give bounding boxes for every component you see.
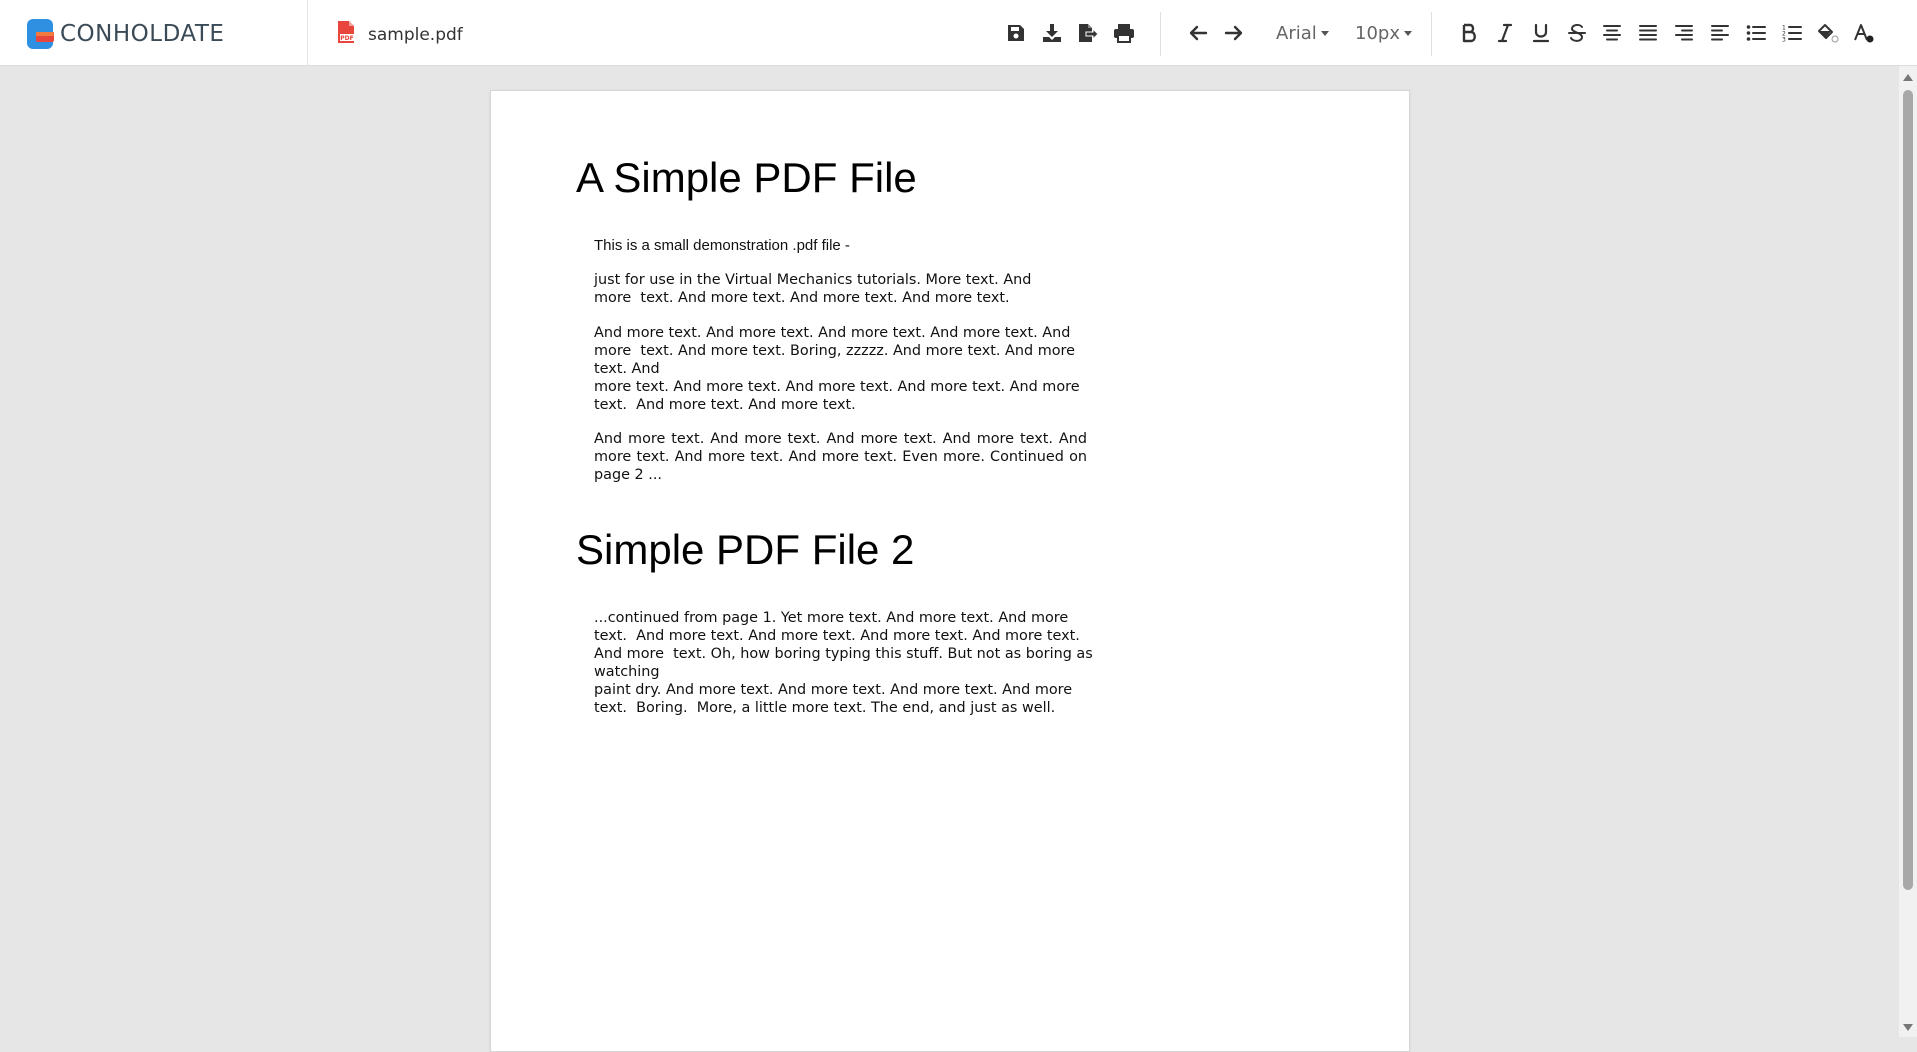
- undo-icon: [1189, 25, 1208, 41]
- paragraph-line: text. And: [594, 361, 660, 377]
- align-left-button[interactable]: [1705, 17, 1735, 49]
- document-page[interactable]: A Simple PDF File This is a small demons…: [490, 90, 1410, 1052]
- toolbar-divider: [1431, 12, 1432, 56]
- strikethrough-icon: [1568, 23, 1586, 42]
- font-size-dropdown[interactable]: 10px: [1355, 20, 1412, 46]
- logo-text: CONHOLDATE: [60, 21, 225, 47]
- paragraph-line: more text. And more text. Boring, zzzzz.…: [594, 343, 1075, 359]
- paragraph-line: more text. And more text. And more text.…: [594, 290, 1010, 306]
- paragraph-line: just for use in the Virtual Mechanics tu…: [594, 272, 1032, 288]
- paragraph-3[interactable]: And more text. And more text. And more t…: [594, 324, 1080, 414]
- paragraph-line: page 2 ...: [594, 467, 662, 483]
- heading-1[interactable]: A Simple PDF File: [576, 154, 917, 202]
- undo-button[interactable]: [1183, 17, 1213, 49]
- redo-icon: [1224, 25, 1243, 41]
- paragraph-line: text. And more text. And more text.: [594, 397, 856, 413]
- font-size-value: 10px: [1355, 22, 1400, 44]
- redo-button[interactable]: [1219, 17, 1249, 49]
- paragraph-line: text. And more text. And more text. And …: [594, 628, 1080, 644]
- fill-color-icon: [1818, 24, 1839, 43]
- italic-button[interactable]: [1490, 17, 1520, 49]
- paragraph-line: ...continued from page 1. Yet more text.…: [594, 610, 1069, 626]
- paragraph-line: paint dry. And more text. And more text.…: [594, 682, 1073, 698]
- export-icon: [1079, 24, 1099, 42]
- paragraph-line: more text. And more text. And more text.…: [594, 449, 1087, 465]
- export-button[interactable]: [1073, 17, 1103, 49]
- paragraph-line: And more text. And more text. And more t…: [594, 431, 1087, 447]
- align-center-icon: [1603, 25, 1621, 41]
- align-right-button[interactable]: [1669, 17, 1699, 49]
- scrollbar-thumb[interactable]: [1903, 90, 1913, 890]
- save-icon: [1008, 25, 1024, 41]
- font-family-value: Arial: [1276, 22, 1317, 44]
- pdf-file-icon: PDF: [336, 20, 356, 49]
- svg-text:PDF: PDF: [340, 35, 353, 42]
- align-right-icon: [1675, 25, 1693, 41]
- header-divider: [307, 0, 308, 66]
- bulleted-list-icon: [1746, 25, 1766, 41]
- align-left-icon: [1711, 25, 1729, 41]
- font-family-dropdown[interactable]: Arial: [1276, 20, 1329, 46]
- paragraph-line: And more text. And more text. And more t…: [594, 325, 1071, 341]
- paragraph-5[interactable]: ...continued from page 1. Yet more text.…: [594, 609, 1093, 717]
- vertical-scrollbar[interactable]: [1899, 66, 1917, 1037]
- fill-color-button[interactable]: [1813, 17, 1843, 49]
- chevron-down-icon: [1320, 30, 1329, 36]
- strikethrough-button[interactable]: [1562, 17, 1592, 49]
- scroll-up-arrow-icon[interactable]: [1903, 74, 1913, 81]
- print-button[interactable]: [1109, 17, 1139, 49]
- paragraph-line: watching: [594, 664, 660, 680]
- scroll-down-arrow-icon[interactable]: [1903, 1024, 1913, 1031]
- align-justify-icon: [1639, 25, 1657, 41]
- file-name-area: PDF sample.pdf: [336, 20, 463, 49]
- paragraph-2[interactable]: just for use in the Virtual Mechanics tu…: [594, 271, 1031, 307]
- bold-button[interactable]: [1454, 17, 1484, 49]
- paragraph-line: text. Boring. More, a little more text. …: [594, 700, 1056, 716]
- underline-button[interactable]: [1526, 17, 1556, 49]
- paragraph-1[interactable]: This is a small demonstration .pdf file …: [594, 237, 850, 255]
- paragraph-line: more text. And more text. And more text.…: [594, 379, 1080, 395]
- print-icon: [1114, 24, 1134, 43]
- svg-text:3: 3: [1782, 37, 1786, 43]
- text-color-icon: [1854, 24, 1874, 43]
- paragraph-4[interactable]: And more text. And more text. And more t…: [594, 430, 1087, 484]
- toolbar-divider: [1160, 12, 1161, 56]
- conholdate-logo[interactable]: CONHOLDATE: [26, 17, 224, 51]
- chevron-down-icon: [1403, 30, 1412, 36]
- download-icon: [1043, 24, 1061, 42]
- top-toolbar: CONHOLDATE PDF sample.pdf Arial 10px 1 2…: [0, 0, 1917, 66]
- download-button[interactable]: [1037, 17, 1067, 49]
- save-button[interactable]: [1001, 17, 1031, 49]
- numbered-list-icon: 1 2 3: [1782, 25, 1802, 43]
- file-name: sample.pdf: [368, 24, 463, 45]
- numbered-list-button[interactable]: 1 2 3: [1777, 17, 1807, 49]
- italic-icon: [1497, 23, 1513, 43]
- align-center-button[interactable]: [1597, 17, 1627, 49]
- bulleted-list-button[interactable]: [1741, 17, 1771, 49]
- heading-2[interactable]: Simple PDF File 2: [576, 526, 914, 574]
- text-color-button[interactable]: [1849, 17, 1879, 49]
- bold-icon: [1462, 23, 1476, 43]
- paragraph-line: This is a small demonstration .pdf file …: [594, 237, 850, 254]
- paragraph-line: And more text. Oh, how boring typing thi…: [594, 646, 1093, 662]
- conholdate-logo-icon: [26, 18, 56, 50]
- align-justify-button[interactable]: [1633, 17, 1663, 49]
- underline-icon: [1532, 23, 1550, 43]
